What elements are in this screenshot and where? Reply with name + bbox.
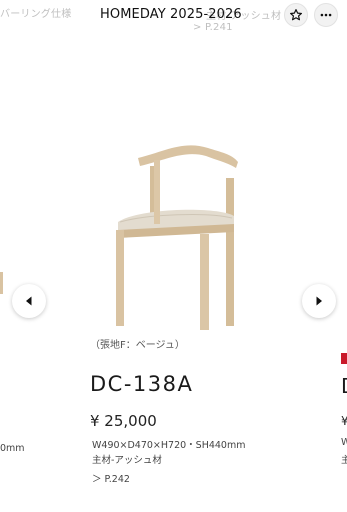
next-item-button[interactable] xyxy=(302,284,336,318)
product-material: 主材-アッシュ材 xyxy=(92,455,162,466)
chevron-left-icon xyxy=(26,296,32,306)
adjacent-card-badge xyxy=(341,353,347,364)
ghost-page-ref: > P.241 xyxy=(193,22,233,33)
adjacent-card-dimensions: W xyxy=(341,437,347,448)
app-header: バーリング仕様 主材-アッシュ材 > P.241 HOMEDAY 2025-20… xyxy=(0,0,347,34)
more-options-button[interactable] xyxy=(314,3,338,27)
adjacent-card-price: ¥ xyxy=(341,414,347,428)
product-dimensions: W490×D470×H720・SH440mm xyxy=(92,440,246,451)
ghost-spec-text: バーリング仕様 xyxy=(0,9,72,20)
star-outline-icon xyxy=(289,9,303,21)
upholstery-note: （張地F：ベージュ） xyxy=(90,340,185,351)
product-code: DC-138A xyxy=(90,372,194,396)
catalog-page-link[interactable]: ＞ P.242 xyxy=(92,471,130,485)
adjacent-card-material: 主 xyxy=(341,455,347,466)
product-price: ¥ 25,000 xyxy=(90,412,157,430)
page-title: HOMEDAY 2025-2026 xyxy=(100,7,242,22)
favorite-button[interactable] xyxy=(284,3,308,27)
adjacent-card-code: D xyxy=(341,374,347,398)
adjacent-item-edge xyxy=(0,272,3,294)
adjacent-card-text: 0mm xyxy=(0,443,25,454)
more-horizontal-icon xyxy=(320,13,332,17)
previous-item-button[interactable] xyxy=(12,284,46,318)
chair-icon xyxy=(116,145,238,330)
chevron-right-icon xyxy=(316,296,322,306)
